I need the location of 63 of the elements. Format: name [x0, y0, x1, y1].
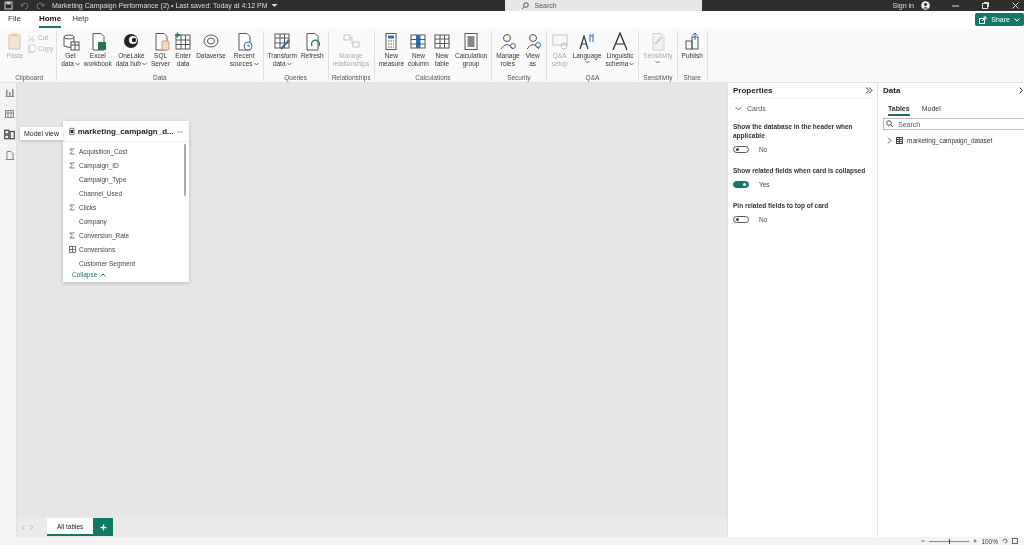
sigma-icon [69, 231, 75, 239]
person-icon [498, 32, 517, 51]
caret-icon [629, 62, 635, 66]
caret-icon [253, 62, 259, 66]
add-layout-button[interactable] [93, 518, 114, 536]
chat-icon [550, 32, 569, 51]
collapse-pane-icon[interactable] [1019, 87, 1024, 94]
sigma-icon [69, 203, 75, 211]
zoom-in-icon[interactable] [973, 539, 978, 543]
table-icon [174, 32, 193, 51]
caret-icon [1014, 17, 1020, 22]
toggle-switch[interactable] [733, 181, 749, 188]
close-icon[interactable] [1011, 1, 1020, 10]
redo-icon[interactable] [36, 1, 45, 10]
search-icon [520, 2, 529, 10]
zoom-out-icon[interactable] [921, 539, 926, 543]
chevron-icon [100, 272, 107, 277]
undo-icon[interactable] [20, 1, 29, 10]
table-icon [432, 32, 451, 51]
clock-document-icon [235, 32, 254, 51]
nav-button[interactable] [1, 128, 15, 140]
caret-icon [584, 60, 590, 64]
column-icon [409, 32, 428, 51]
relationship-icon [341, 32, 360, 51]
caret-icon [286, 62, 292, 66]
pane-title: Properties [733, 86, 773, 95]
save-icon[interactable] [4, 1, 13, 10]
toggle-switch[interactable] [733, 146, 749, 153]
plus-icon [99, 523, 107, 531]
share-icon [979, 15, 988, 24]
chevron-icon [735, 105, 742, 111]
caret-icon [655, 60, 661, 64]
menu-tab[interactable]: Help [72, 11, 96, 28]
model-view-icon [3, 128, 15, 140]
upload-icon [683, 32, 702, 51]
fit-icon[interactable] [1012, 538, 1018, 544]
search-icon [886, 120, 894, 128]
letter-icon [610, 32, 629, 51]
reset-icon[interactable] [1002, 538, 1008, 544]
table-icon [69, 126, 75, 137]
menu-tab[interactable]: File [8, 11, 28, 28]
clipboard-icon [6, 32, 24, 51]
caret-icon[interactable] [270, 3, 278, 8]
table-pencil-icon [273, 32, 292, 51]
restore-icon[interactable] [981, 1, 990, 10]
calculated-column-icon [68, 245, 76, 253]
language-icon [578, 32, 597, 51]
dataverse-icon [201, 32, 220, 51]
pane-title: Data [883, 86, 901, 95]
database-icon [61, 32, 80, 51]
scrollbar-thumb[interactable] [184, 144, 186, 196]
toggle-switch[interactable] [733, 216, 749, 223]
table-icon [896, 137, 903, 144]
avatar-icon[interactable] [921, 1, 930, 10]
table-title: marketing_campaign_d... [77, 127, 174, 136]
caret-icon [142, 62, 147, 66]
copy-icon [27, 44, 36, 53]
table-view-icon [4, 108, 14, 118]
scissors-icon [27, 33, 36, 42]
report-view-icon [4, 87, 14, 97]
dax-query-icon [4, 150, 14, 160]
refresh-icon [303, 32, 322, 51]
caret-icon [74, 62, 80, 66]
